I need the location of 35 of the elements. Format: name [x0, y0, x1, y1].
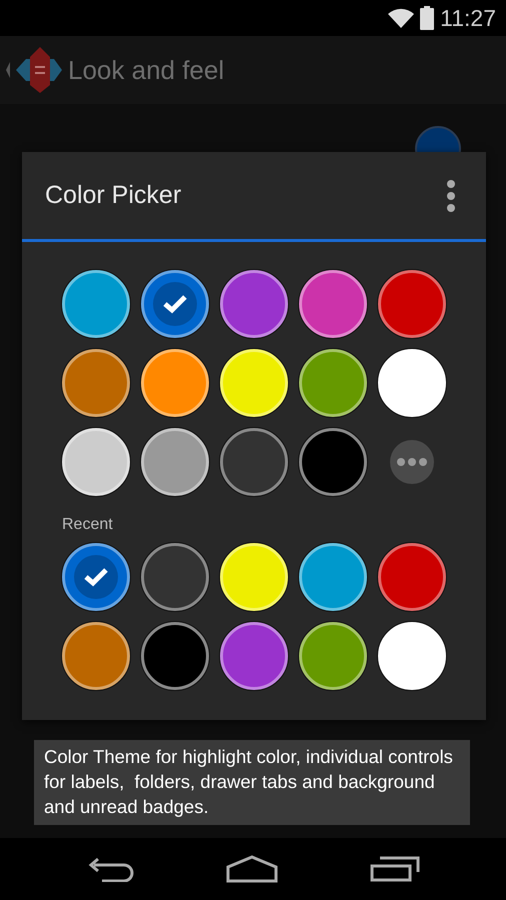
- home-icon[interactable]: [226, 855, 278, 883]
- color-swatch[interactable]: [62, 543, 130, 611]
- color-swatch[interactable]: [220, 428, 288, 496]
- color-swatch[interactable]: [141, 428, 209, 496]
- color-swatch[interactable]: [299, 270, 367, 338]
- color-swatch[interactable]: [299, 428, 367, 496]
- battery-icon: [420, 6, 434, 30]
- toast-message: Color Theme for highlight color, individual controls for labels, folders, drawer tabs and background and unread badges.: [34, 740, 470, 825]
- color-swatch[interactable]: [220, 622, 288, 690]
- color-swatch[interactable]: [299, 543, 367, 611]
- color-swatch[interactable]: [220, 270, 288, 338]
- recents-icon[interactable]: [370, 856, 420, 882]
- wifi-icon: [388, 7, 414, 29]
- more-icon: [396, 457, 428, 467]
- status-time: 11:27: [440, 4, 496, 33]
- color-swatch[interactable]: [141, 270, 209, 338]
- dialog-title: Color Picker: [45, 180, 182, 211]
- color-swatch[interactable]: [299, 349, 367, 417]
- color-swatch[interactable]: [141, 543, 209, 611]
- check-icon: [162, 294, 188, 314]
- app-logo-icon[interactable]: [4, 47, 64, 93]
- color-swatch[interactable]: [299, 622, 367, 690]
- back-icon[interactable]: [86, 856, 134, 882]
- color-swatch[interactable]: [378, 270, 446, 338]
- color-swatch[interactable]: [141, 349, 209, 417]
- color-swatch[interactable]: [378, 543, 446, 611]
- color-swatch[interactable]: [62, 349, 130, 417]
- color-swatch[interactable]: [62, 270, 130, 338]
- color-swatch[interactable]: [141, 622, 209, 690]
- color-swatch[interactable]: [62, 622, 130, 690]
- overflow-menu-icon[interactable]: [446, 178, 456, 212]
- screen-title: Look and feel: [68, 54, 224, 86]
- more-colors-button[interactable]: [390, 440, 434, 484]
- section-label: Recent: [61, 515, 114, 535]
- check-icon: [83, 567, 109, 587]
